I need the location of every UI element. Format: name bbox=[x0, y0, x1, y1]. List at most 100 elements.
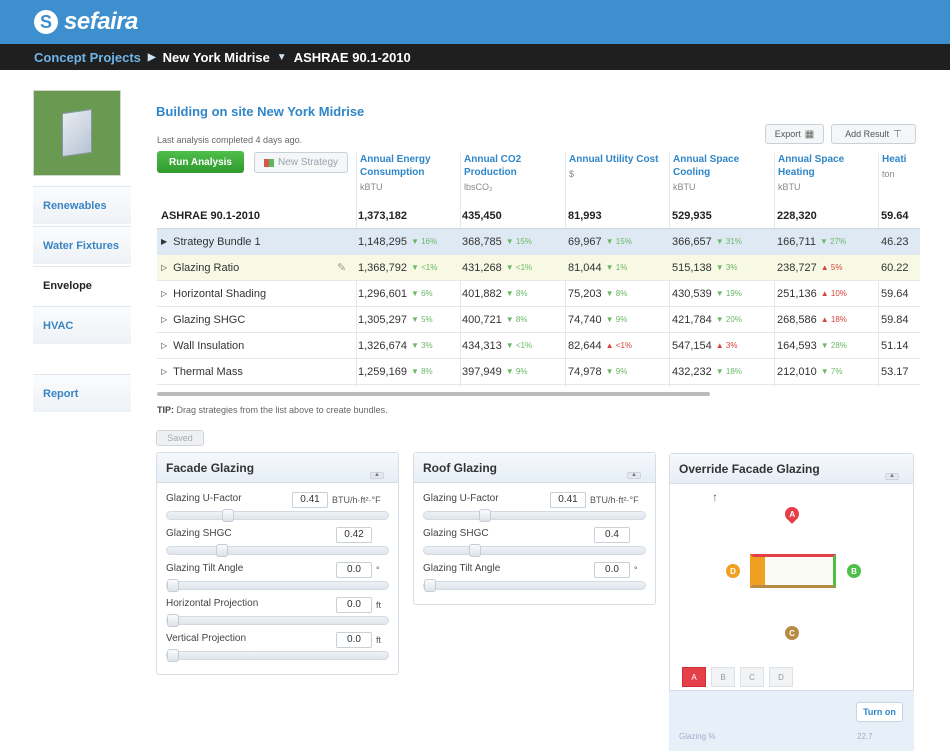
table-cell: 212,010 ▼ 7% bbox=[777, 366, 842, 378]
sidebar-item-renewables[interactable]: Renewables bbox=[33, 186, 131, 224]
run-analysis-button[interactable]: Run Analysis bbox=[157, 151, 244, 173]
edit-pencil-icon[interactable]: ✎ bbox=[337, 261, 346, 274]
field-input[interactable]: 0.42 bbox=[336, 527, 372, 543]
saved-button[interactable]: Saved bbox=[156, 430, 204, 446]
slider-handle[interactable] bbox=[222, 509, 234, 522]
value-slider[interactable] bbox=[423, 579, 646, 592]
collapse-icon[interactable]: ▲ bbox=[370, 472, 384, 479]
expand-caret-icon[interactable]: ▷ bbox=[161, 341, 167, 350]
value-slider[interactable] bbox=[166, 509, 389, 522]
table-cell: 268,586 ▲ 18% bbox=[777, 314, 847, 326]
facade-marker-label: D bbox=[730, 566, 736, 576]
field-label: Horizontal Projection bbox=[166, 598, 259, 609]
building-thumbnail[interactable] bbox=[33, 90, 121, 176]
field-input[interactable]: 0.41 bbox=[292, 492, 328, 508]
sidebar-item-hvac[interactable]: HVAC bbox=[33, 306, 131, 344]
arrow-down-icon: ▼ bbox=[715, 289, 726, 298]
facade-marker-a[interactable]: A bbox=[782, 504, 802, 524]
change-up-badge: ▼ 6% bbox=[411, 289, 433, 298]
project-dropdown-icon[interactable]: ▼ bbox=[277, 52, 287, 63]
baseline-row[interactable]: ASHRAE 90.1-2010 1,373,182 435,450 81,993 52… bbox=[157, 203, 920, 229]
strategy-row[interactable]: ▷ Glazing SHGC 1,305,297 ▼ 5% 400,721 ▼ 8% 74,… bbox=[157, 307, 920, 333]
collapse-icon[interactable]: ▲ bbox=[627, 472, 641, 479]
sidebar: Renewables Water Fixtures Envelope HVAC … bbox=[33, 90, 131, 412]
slider-handle[interactable] bbox=[424, 579, 436, 592]
field-input[interactable]: 0.0 bbox=[336, 597, 372, 613]
change-up-badge: ▼ 3% bbox=[411, 341, 433, 350]
tab-b[interactable]: B bbox=[711, 667, 735, 687]
field-input[interactable]: 0.0 bbox=[336, 632, 372, 648]
slider-handle[interactable] bbox=[167, 614, 179, 627]
field-input[interactable]: 0.0 bbox=[594, 562, 630, 578]
arrow-down-icon: ▼ bbox=[605, 315, 616, 324]
field-input[interactable]: 0.0 bbox=[336, 562, 372, 578]
column-header[interactable]: Annual CO2 Production lbsCO₂ bbox=[464, 153, 560, 194]
brand-logo[interactable]: S sefaira bbox=[34, 8, 138, 36]
column-header[interactable]: Annual Space Cooling kBTU bbox=[673, 153, 769, 194]
expand-caret-icon[interactable]: ▷ bbox=[161, 263, 167, 272]
export-button[interactable]: Export ▦ bbox=[765, 124, 824, 144]
sidebar-item-report[interactable]: Report bbox=[33, 374, 131, 412]
table-horizontal-scrollbar[interactable] bbox=[157, 392, 710, 396]
strategy-row[interactable]: ▶ Strategy Bundle 1 1,148,295 ▼ 16% 368,785 ▼… bbox=[157, 229, 920, 255]
slider-handle[interactable] bbox=[167, 579, 179, 592]
column-header[interactable]: Annual Utility Cost $ bbox=[569, 153, 665, 181]
facade-marker-b[interactable]: B bbox=[847, 564, 861, 578]
slider-handle[interactable] bbox=[167, 649, 179, 662]
field-input[interactable]: 0.4 bbox=[594, 527, 630, 543]
column-header[interactable]: Annual Space Heating kBTU bbox=[778, 153, 874, 194]
breadcrumb-project[interactable]: New York Midrise bbox=[163, 50, 270, 65]
strategy-row[interactable]: ▷ Wall Insulation 1,326,674 ▼ 3% 434,313 ▼ <1… bbox=[157, 333, 920, 359]
turn-on-button[interactable]: Turn on bbox=[856, 702, 903, 722]
page-title: Building on site New York Midrise bbox=[156, 104, 365, 119]
tab-c[interactable]: C bbox=[740, 667, 764, 687]
new-strategy-button[interactable]: New Strategy bbox=[254, 152, 348, 173]
sidebar-item-water-fixtures[interactable]: Water Fixtures bbox=[33, 226, 131, 264]
tab-a[interactable]: A bbox=[682, 667, 706, 687]
slider-handle[interactable] bbox=[216, 544, 228, 557]
strategy-row[interactable]: ▷ Glazing Ratio ✎ 1,368,792 ▼ <1% 431,268 ▼ <1… bbox=[157, 255, 920, 281]
value-slider[interactable] bbox=[166, 544, 389, 557]
change-up-badge: ▼ 20% bbox=[716, 315, 742, 324]
breadcrumb-root[interactable]: Concept Projects bbox=[34, 50, 141, 65]
expand-caret-icon[interactable]: ▶ bbox=[161, 237, 167, 246]
column-header[interactable]: Heati ton bbox=[882, 153, 920, 181]
expand-caret-icon[interactable]: ▷ bbox=[161, 367, 167, 376]
column-title: Annual Space Cooling bbox=[673, 154, 740, 178]
breadcrumb-standard[interactable]: ASHRAE 90.1-2010 bbox=[294, 50, 411, 65]
cell-value: 547,154 bbox=[672, 339, 712, 352]
facade-marker-c[interactable]: C bbox=[785, 626, 799, 640]
value-slider[interactable] bbox=[423, 509, 646, 522]
arrow-down-icon: ▼ bbox=[410, 289, 422, 298]
slider-handle[interactable] bbox=[469, 544, 481, 557]
value-slider[interactable] bbox=[166, 649, 389, 662]
panel-header: Facade Glazing ▲ bbox=[157, 453, 398, 483]
cell-value: 401,882 bbox=[462, 287, 502, 300]
value-slider[interactable] bbox=[166, 614, 389, 627]
value-slider[interactable] bbox=[166, 579, 389, 592]
change-up-badge: ▼ 3% bbox=[716, 263, 738, 272]
field-input[interactable]: 0.41 bbox=[550, 492, 586, 508]
building-footprint[interactable] bbox=[750, 554, 836, 588]
table-cell: 75,203 ▼ 8% bbox=[568, 288, 627, 300]
cell-value: 238,727 bbox=[777, 261, 817, 274]
strategy-row[interactable]: ▷ Thermal Mass 1,259,169 ▼ 8% 397,949 ▼ 9% 74,… bbox=[157, 359, 920, 385]
slider-handle[interactable] bbox=[479, 509, 491, 522]
expand-caret-icon[interactable]: ▷ bbox=[161, 315, 167, 324]
column-header[interactable]: Annual Energy Consumption kBTU bbox=[360, 153, 456, 194]
change-percent: 7% bbox=[830, 367, 843, 376]
facade-marker-d[interactable]: D bbox=[726, 564, 740, 578]
field-label: Glazing SHGC bbox=[166, 528, 232, 539]
column-title: Annual Utility Cost bbox=[569, 154, 659, 165]
collapse-icon[interactable]: ▲ bbox=[885, 473, 899, 480]
value-slider[interactable] bbox=[423, 544, 646, 557]
cell-value: 212,010 bbox=[777, 365, 817, 378]
expand-caret-icon[interactable]: ▷ bbox=[161, 289, 167, 298]
cell-value: 75,203 bbox=[568, 287, 602, 300]
add-result-button[interactable]: Add Result ⊤ bbox=[831, 124, 916, 144]
sidebar-item-envelope[interactable]: Envelope bbox=[33, 266, 131, 304]
table-cell: 421,784 ▼ 20% bbox=[672, 314, 742, 326]
tab-d[interactable]: D bbox=[769, 667, 793, 687]
table-cell: 46.23 bbox=[881, 236, 909, 248]
strategy-row[interactable]: ▷ Horizontal Shading 1,296,601 ▼ 6% 401,882 ▼… bbox=[157, 281, 920, 307]
